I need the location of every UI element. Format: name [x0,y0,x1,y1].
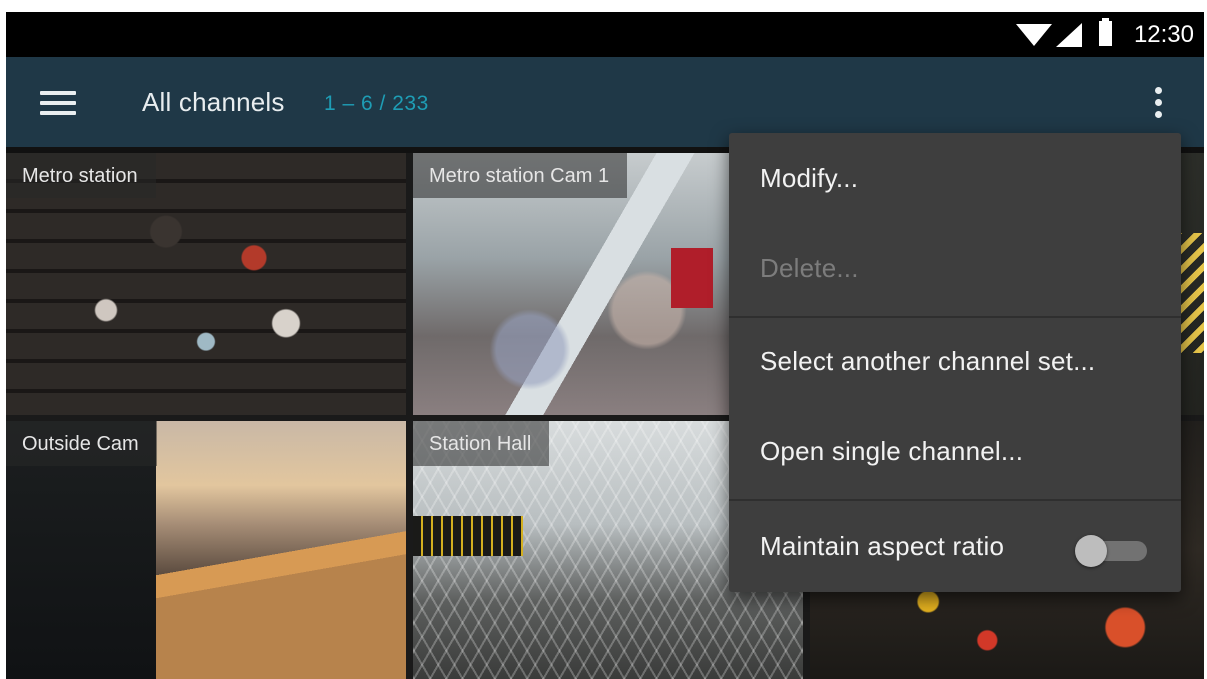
menu-item-label: Modify... [760,163,859,193]
channel-range-counter: 1 – 6 / 233 [324,92,429,115]
menu-item-maintain-aspect-ratio[interactable]: Maintain aspect ratio [729,511,1181,581]
status-time: 12:30 [1133,21,1194,48]
menu-item-label: Select another channel set... [760,346,1096,376]
menu-item-delete: Delete... [729,233,1181,303]
menu-item-label: Delete... [760,253,859,283]
menu-item-open-single-channel[interactable]: Open single channel... [729,416,1181,486]
aspect-ratio-toggle[interactable] [1075,535,1147,567]
channel-label: Metro station Cam 1 [413,153,628,198]
menu-divider [729,316,1181,318]
battery-icon [1099,18,1112,46]
wifi-icon [1016,24,1052,46]
menu-item-modify[interactable]: Modify... [729,143,1181,213]
overflow-menu-icon[interactable] [1148,87,1168,123]
channel-label: Outside Cam [6,421,157,466]
channel-label: Station Hall [413,421,550,466]
channel-label: Metro station [6,153,156,198]
hamburger-menu-icon[interactable] [40,91,76,115]
menu-item-select-channel-set[interactable]: Select another channel set... [729,326,1181,396]
channel-tile-metro-station[interactable]: Metro station [6,153,406,415]
menu-divider [729,499,1181,501]
menu-item-label: Open single channel... [760,436,1024,466]
status-bar: 12:30 [6,12,1204,57]
overflow-popup-menu: Modify... Delete... Select another chann… [729,133,1181,592]
cell-signal-icon [1056,23,1082,47]
page-title: All channels [142,87,285,117]
menu-item-label: Maintain aspect ratio [760,531,1005,561]
channel-tile-outside-cam[interactable]: Outside Cam [6,421,406,679]
